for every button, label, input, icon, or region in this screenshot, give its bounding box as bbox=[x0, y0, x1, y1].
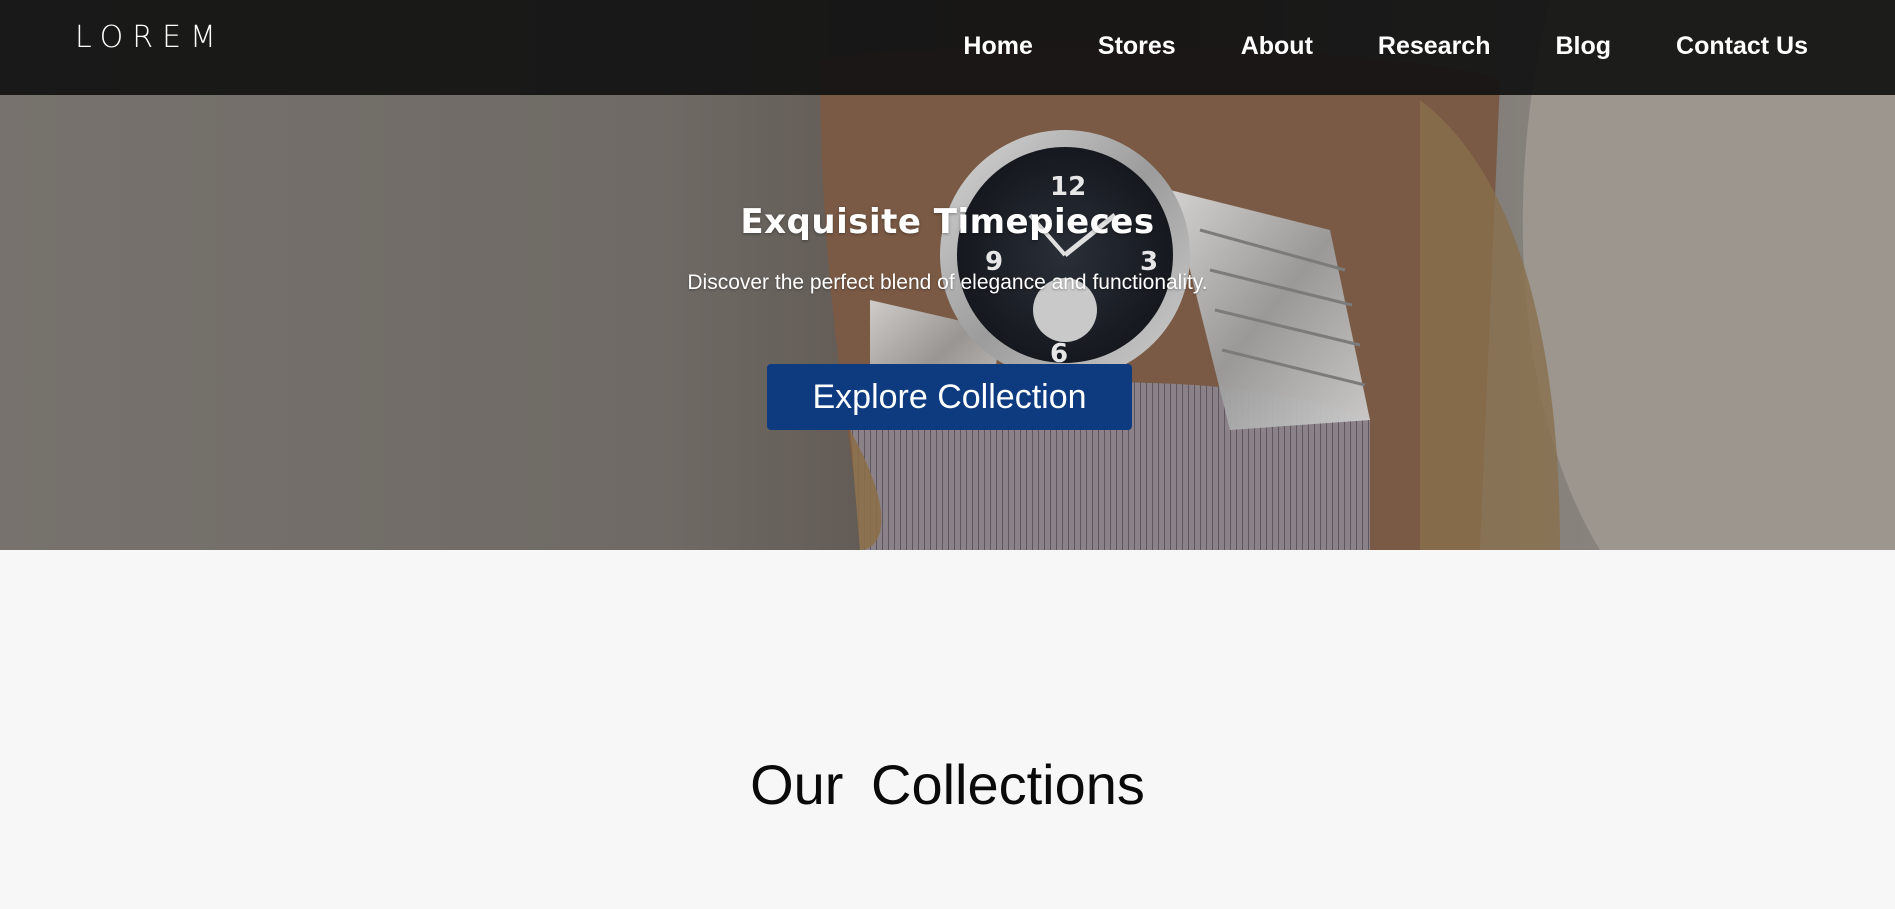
nav-link-home[interactable]: Home bbox=[963, 32, 1032, 60]
nav-link-contact-us[interactable]: Contact Us bbox=[1676, 32, 1808, 60]
nav-item-home: Home bbox=[963, 28, 1032, 68]
nav-item-about: About bbox=[1241, 28, 1313, 68]
hero-title: Exquisite Timepieces bbox=[740, 202, 1155, 242]
nav-link-stores[interactable]: Stores bbox=[1098, 32, 1176, 60]
hero-subtitle: Discover the perfect blend of elegance a… bbox=[687, 271, 1208, 294]
top-navbar: LOREM Home Stores About Research Blog Co… bbox=[0, 0, 1895, 95]
svg-text:12: 12 bbox=[1050, 172, 1086, 202]
brand-logo[interactable]: LOREM bbox=[75, 18, 225, 58]
nav-item-contact: Contact Us bbox=[1676, 28, 1808, 68]
collections-heading: Our Collections bbox=[750, 753, 1145, 816]
explore-collection-button[interactable]: Explore Collection bbox=[767, 364, 1132, 430]
nav-item-stores: Stores bbox=[1098, 28, 1176, 68]
nav-item-blog: Blog bbox=[1555, 28, 1611, 68]
nav-item-research: Research bbox=[1378, 28, 1491, 68]
nav-link-research[interactable]: Research bbox=[1378, 32, 1491, 60]
nav-link-blog[interactable]: Blog bbox=[1555, 32, 1611, 60]
nav-link-about[interactable]: About bbox=[1241, 32, 1313, 60]
main-nav: Home Stores About Research Blog Contact … bbox=[963, 28, 1808, 68]
